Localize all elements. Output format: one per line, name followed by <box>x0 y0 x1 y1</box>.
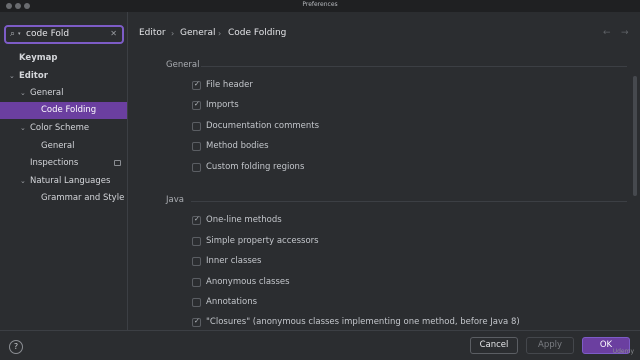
dialog-footer: ? Cancel Apply OK <box>0 330 640 360</box>
watermark: Udemy <box>612 348 634 355</box>
breadcrumb-item-editor[interactable]: Editor <box>139 28 166 38</box>
sidebar-item-inspections[interactable]: Inspections <box>0 155 127 172</box>
checkbox[interactable] <box>192 215 201 225</box>
settings-header: Editor › General › Code Folding ← → <box>129 12 640 52</box>
checkbox[interactable] <box>192 298 201 307</box>
option-label: One-line methods <box>206 215 282 225</box>
sidebar-item-label: General <box>41 141 75 151</box>
section-title-general: General <box>166 60 200 70</box>
option-label: Documentation comments <box>206 121 320 131</box>
settings-search-field[interactable]: ⌕ ▾ code Fold ✕ <box>4 25 124 44</box>
sidebar-item-keymap[interactable]: Keymap <box>0 50 127 67</box>
forward-arrow-icon[interactable]: → <box>621 28 629 38</box>
sidebar-item-code-folding[interactable]: Code Folding <box>0 102 127 119</box>
option-label: "Closures" (anonymous classes implementi… <box>206 317 520 327</box>
option-label: Annotations <box>206 297 258 307</box>
sidebar-item-label: Editor <box>19 71 48 81</box>
sidebar-item-color-scheme[interactable]: ⌄ Color Scheme <box>0 120 127 137</box>
option-label: Imports <box>206 100 239 110</box>
vertical-scrollbar[interactable] <box>633 76 637 196</box>
code-folding-settings-panel: General File header Imports Documentatio… <box>129 52 640 330</box>
search-options-icon[interactable]: ▾ <box>18 31 21 37</box>
breadcrumb-separator: › <box>218 29 222 38</box>
help-button[interactable]: ? <box>9 340 23 354</box>
sidebar-item-label: General <box>30 88 64 98</box>
option-label: Simple property accessors <box>206 236 319 246</box>
checkbox[interactable] <box>192 122 201 131</box>
cancel-button[interactable]: Cancel <box>470 337 518 354</box>
checkbox[interactable] <box>192 317 201 327</box>
option-label: Inner classes <box>206 256 262 266</box>
back-arrow-icon[interactable]: ← <box>603 28 611 38</box>
sidebar-item-label: Keymap <box>19 53 58 63</box>
close-icon[interactable]: ✕ <box>110 29 117 38</box>
option-label: Custom folding regions <box>206 162 305 172</box>
breadcrumb-separator: › <box>171 29 175 38</box>
option-label: Method bodies <box>206 141 269 151</box>
breadcrumb-item-code-folding: Code Folding <box>228 28 287 38</box>
checkbox[interactable] <box>192 278 201 287</box>
option-label: Anonymous classes <box>206 277 290 287</box>
search-icon: ⌕ <box>10 29 16 39</box>
sidebar-item-grammar-and-style[interactable]: Grammar and Style <box>0 190 127 207</box>
sidebar-item-color-scheme-general[interactable]: General <box>0 138 127 155</box>
checkbox[interactable] <box>192 237 201 246</box>
sidebar-item-general[interactable]: ⌄ General <box>0 85 127 102</box>
sidebar-item-editor[interactable]: ⌄ Editor <box>0 68 127 85</box>
chevron-down-icon[interactable]: ⌄ <box>9 68 15 85</box>
sidebar-item-label: Grammar and Style <box>41 193 125 203</box>
project-settings-icon <box>114 160 121 166</box>
apply-button[interactable]: Apply <box>526 337 574 354</box>
option-label: File header <box>206 80 253 90</box>
search-input[interactable]: code Fold <box>26 29 69 39</box>
checkbox[interactable] <box>192 80 201 90</box>
checkbox[interactable] <box>192 257 201 266</box>
settings-sidebar: ⌕ ▾ code Fold ✕ Keymap ⌄ Editor ⌄ Genera… <box>0 12 128 330</box>
section-divider <box>191 201 627 202</box>
sidebar-item-natural-languages[interactable]: ⌄ Natural Languages <box>0 173 127 190</box>
breadcrumb-item-general[interactable]: General <box>180 28 215 38</box>
sidebar-item-label: Natural Languages <box>30 176 111 186</box>
sidebar-item-label: Inspections <box>30 158 79 168</box>
chevron-down-icon[interactable]: ⌄ <box>20 173 26 190</box>
checkbox[interactable] <box>192 100 201 110</box>
chevron-down-icon[interactable]: ⌄ <box>20 120 26 137</box>
title-bar: Preferences <box>0 0 640 12</box>
checkbox[interactable] <box>192 163 201 172</box>
checkbox[interactable] <box>192 142 201 151</box>
sidebar-item-label: Color Scheme <box>30 123 90 133</box>
section-title-java: Java <box>166 195 184 205</box>
chevron-down-icon[interactable]: ⌄ <box>20 85 26 102</box>
section-divider <box>201 66 627 67</box>
window-title: Preferences <box>302 1 338 8</box>
sidebar-item-label: Code Folding <box>41 105 97 115</box>
